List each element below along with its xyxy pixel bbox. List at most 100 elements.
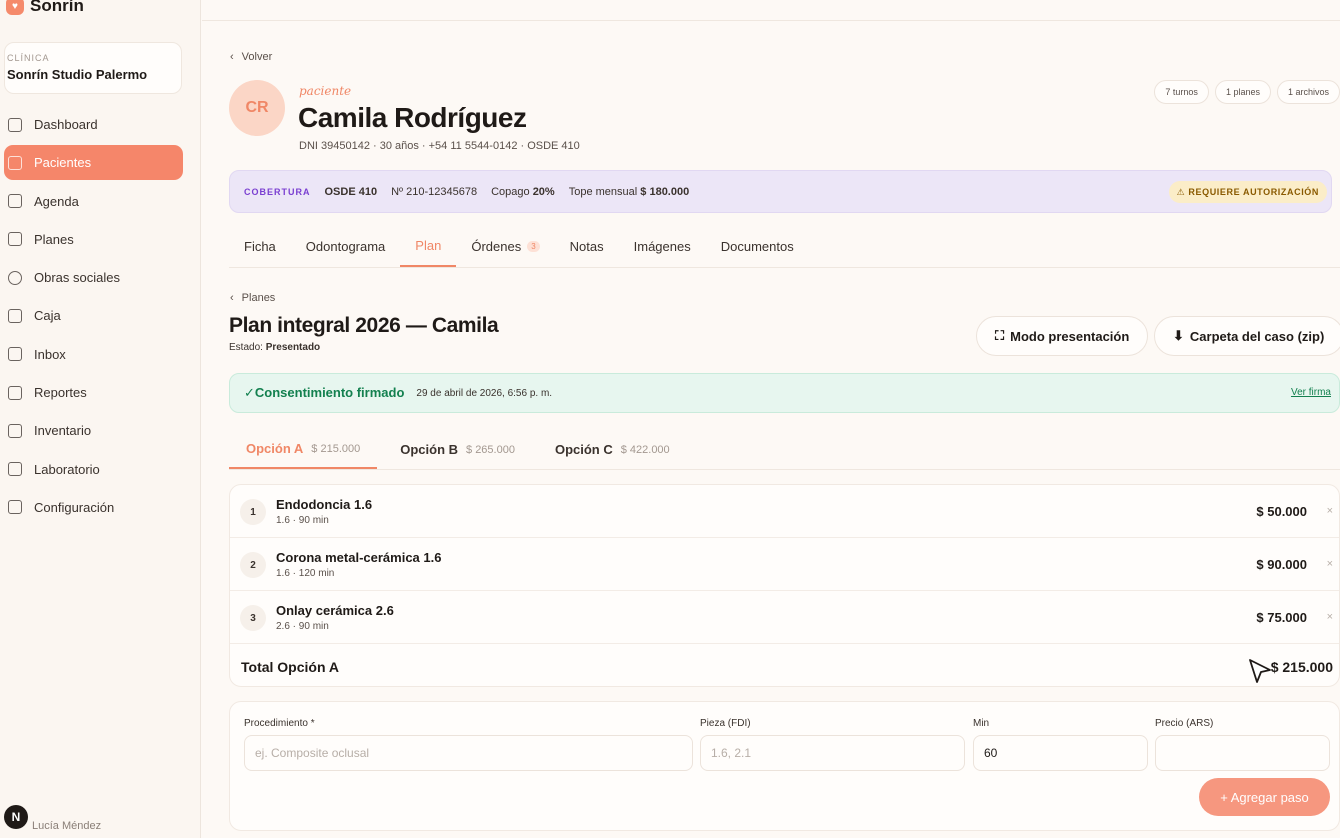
step-price: $ 90.000 [1256,557,1307,572]
sidebar-nav: Dashboard Pacientes Agenda Planes Obras soci… [4,107,183,528]
view-signature-link[interactable]: Ver firma [1291,387,1331,398]
tab-label: Odontograma [305,239,386,254]
option-label: Opción C [554,442,613,457]
main-content: ‹ Volver CR paciente Camila Rodríguez DN… [202,0,1340,838]
tab-odontograma[interactable]: Odontograma [291,226,401,267]
sidebar-item-label: Reportes [34,385,87,401]
step-detail: 1.6 · 90 min [276,515,329,526]
tooth-input[interactable] [700,735,965,771]
users-icon [8,155,22,170]
consent-date: 29 de abril de 2026, 6:56 p. m. [416,387,553,399]
tab-ficha[interactable]: Ficha [229,226,291,267]
fullscreen-icon: ⛶ [995,328,1005,343]
procedure-input[interactable] [244,735,693,771]
case-folder-zip-button[interactable]: ⬇ Carpeta del caso (zip) [1154,316,1340,356]
step-detail: 1.6 · 120 min [276,568,335,579]
plan-status: Estado: Presentado [229,342,320,353]
sidebar-item-inbox[interactable]: Inbox [4,337,183,372]
clinic-name: Sonrín Studio Palermo [7,67,148,82]
sidebar: ♥ Sonrín CLÍNICA Sonrín Studio Palermo D… [0,0,201,838]
close-icon[interactable]: × [1327,505,1333,517]
sidebar-item-agenda[interactable]: Agenda [4,184,183,219]
option-tab-a[interactable]: Opción A $ 215.000 [229,430,378,469]
close-icon[interactable]: × [1327,611,1333,623]
sidebar-item-inventario[interactable]: Inventario [4,413,183,448]
option-tab-c[interactable]: Opción C $ 422.000 [538,430,687,469]
consent-banner: ✓Consentimiento firmado 29 de abril de 2… [229,373,1340,413]
sidebar-item-label: Caja [34,308,61,324]
step-number: 3 [240,605,266,631]
page-title: Plan integral 2026 — Camila [229,314,499,337]
sidebar-item-dashboard[interactable]: Dashboard [4,107,183,142]
add-step-button[interactable]: + Agregar paso [1199,778,1330,816]
option-price: $ 215.000 [311,442,361,455]
download-icon: ⬇ [1173,328,1184,343]
tab-órdenes[interactable]: Órdenes 3 [456,226,554,267]
heart-logo-icon: ♥ [6,0,24,15]
option-tab-b[interactable]: Opción B $ 265.000 [383,430,532,469]
price-label: Precio (ARS) [1155,718,1214,729]
cap-value: $ 180.000 [640,185,690,198]
breadcrumb[interactable]: ‹ Planes [230,292,275,304]
patient-meta: DNI 39450142 · 30 años · +54 11 5544-014… [299,140,580,152]
user-name: Lucía Méndez [32,820,102,832]
status-label: Estado: [229,342,263,353]
minutes-label: Min [973,718,990,729]
authorization-badge: ⚠ REQUIERE AUTORIZACIÓN [1168,181,1327,203]
step-name: Onlay cerámica 2.6 [276,603,394,618]
chevron-left-icon: ‹ [230,292,234,304]
chip-archivos[interactable]: 1 archivos [1276,80,1340,104]
tab-plan[interactable]: Plan [400,226,457,267]
count-badge: 3 [527,241,540,252]
sidebar-item-label: Dashboard [34,117,98,132]
close-icon[interactable]: × [1327,558,1333,570]
flask-icon [8,462,22,477]
app-window: ♥ Sonrín CLÍNICA Sonrín Studio Palermo D… [0,0,1340,838]
tab-imágenes[interactable]: Imágenes [619,226,706,267]
sidebar-item-planes[interactable]: Planes [4,222,183,257]
presentation-mode-button[interactable]: ⛶ Modo presentación [976,316,1149,356]
sidebar-item-caja[interactable]: Caja [4,298,183,333]
patient-chips: 7 turnos 1 planes 1 archivos [1154,80,1340,104]
user-footer[interactable]: N Lucía Méndez [4,802,101,832]
minutes-input[interactable] [973,735,1148,771]
back-label: Volver [241,51,273,63]
avatar[interactable]: N [4,805,28,829]
document-icon [8,232,22,247]
sidebar-item-configuración[interactable]: Configuración [4,490,183,525]
price-input[interactable] [1155,735,1330,771]
plan-steps-list: 1 Endodoncia 1.6 1.6 · 90 min $ 50.000 × 2 Cor… [229,484,1340,687]
option-price: $ 422.000 [620,443,670,456]
sidebar-item-pacientes[interactable]: Pacientes [4,145,183,181]
folder-icon [8,308,22,323]
divider [202,20,1340,21]
step-detail: 2.6 · 90 min [276,621,329,632]
chip-turnos[interactable]: 7 turnos [1154,80,1209,104]
copay-label: Copago [491,185,530,198]
total-label: Total Opción A [241,659,339,675]
copay-value: 20% [532,185,555,198]
presentation-label: Modo presentación [1010,328,1130,344]
patient-name: Camila Rodríguez [298,102,527,133]
step-price: $ 75.000 [1256,610,1307,625]
sidebar-item-label: Configuración [34,499,115,515]
chip-planes[interactable]: 1 planes [1214,80,1271,104]
sidebar-item-laboratorio[interactable]: Laboratorio [4,452,183,487]
tab-documentos[interactable]: Documentos [706,226,809,267]
coverage-cap: Tope mensual $ 180.000 [569,186,690,198]
table-row: 3 Onlay cerámica 2.6 2.6 · 90 min $ 75.000 × [230,591,1339,644]
back-link[interactable]: ‹ Volver [230,51,272,63]
step-name: Endodoncia 1.6 [276,497,373,512]
procedure-label: Procedimiento * [244,718,315,729]
sidebar-item-obras-sociales[interactable]: Obras sociales [4,260,183,295]
clinic-selector[interactable]: CLÍNICA Sonrín Studio Palermo [4,42,182,94]
tab-label: Órdenes [471,239,522,254]
sidebar-item-label: Inventario [34,423,92,439]
chart-icon [8,385,22,400]
sidebar-item-label: Planes [34,231,74,247]
sidebar-item-reportes[interactable]: Reportes [4,375,183,410]
home-icon [8,117,22,132]
tab-notas[interactable]: Notas [555,226,619,267]
status-value: Presentado [265,342,321,353]
brand[interactable]: ♥ Sonrín [6,0,84,16]
